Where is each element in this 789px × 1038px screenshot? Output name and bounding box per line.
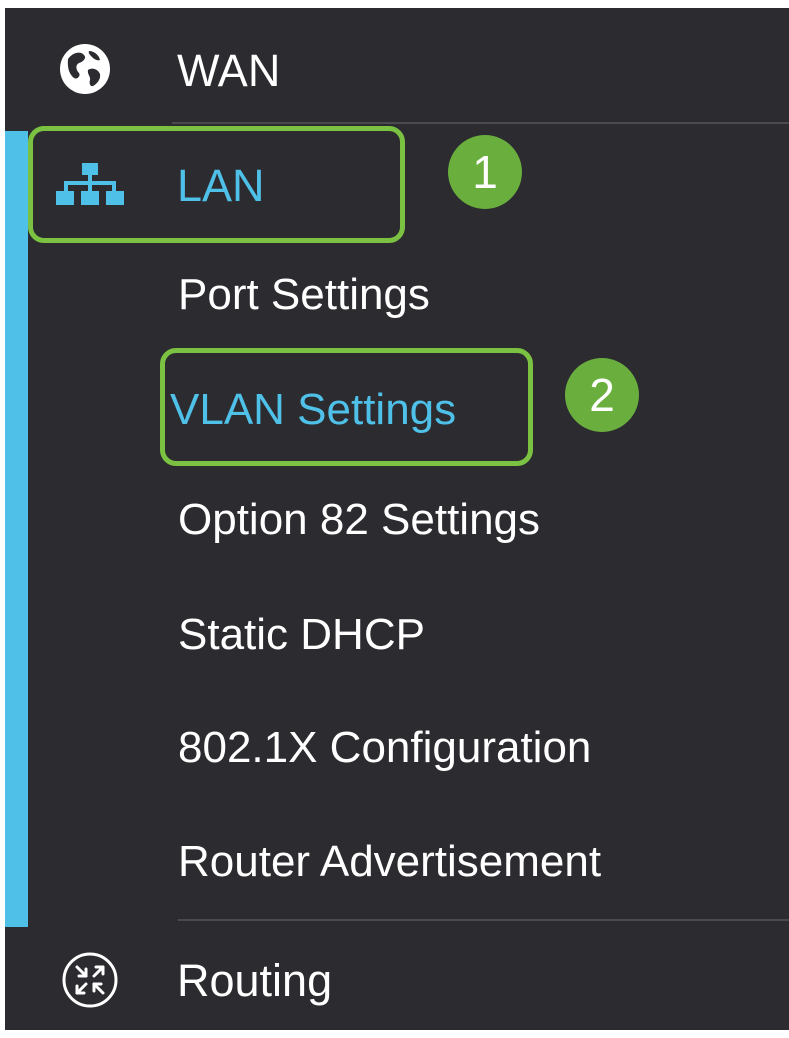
globe-icon [60,44,110,94]
sub-item-router-advertisement[interactable]: Router Advertisement [178,840,601,884]
highlight-box-lan [28,126,405,243]
sub-item-option-82-settings[interactable]: Option 82 Settings [178,498,540,542]
menu-divider [178,919,789,921]
menu-divider [172,122,789,124]
navigation-menu: WAN LAN 1 Port Settings VLAN Settings 2 … [5,8,789,1030]
sub-item-static-dhcp[interactable]: Static DHCP [178,613,425,657]
sub-item-802-1x-configuration[interactable]: 802.1X Configuration [178,726,591,770]
routing-arrows-icon [62,952,118,1008]
step-badge-2: 2 [565,358,639,432]
active-section-indicator [5,131,28,927]
nav-label-wan: WAN [177,45,281,96]
step-badge-1: 1 [448,135,522,209]
nav-label-routing: Routing [177,955,333,1006]
sub-item-port-settings[interactable]: Port Settings [178,273,430,317]
highlight-box-vlan-settings [160,348,533,466]
